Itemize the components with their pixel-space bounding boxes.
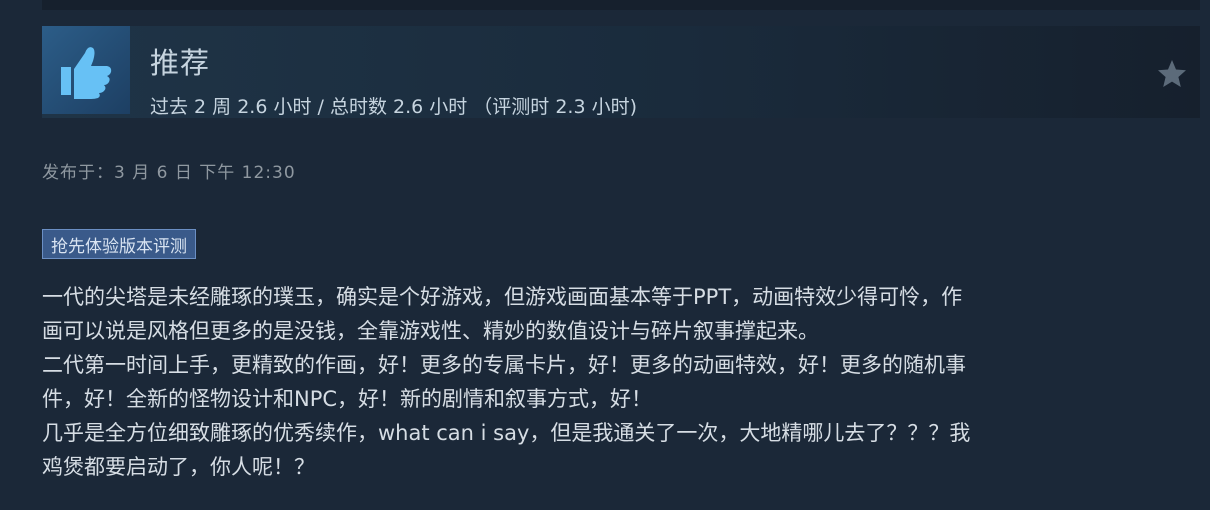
review-line: 鸡煲都要启动了，你人呢！？ [42, 455, 315, 479]
review-line: 二代第一时间上手，更精致的作画，好！更多的专属卡片，好！更多的动画特效，好！更多… [42, 353, 966, 377]
thumbs-up-icon [42, 26, 130, 114]
previous-review-edge [42, 0, 1200, 10]
early-access-review-badge: 抢先体验版本评测 [42, 229, 196, 259]
star-icon[interactable] [1154, 56, 1190, 92]
review-text: 一代的尖塔是未经雕琢的璞玉，确实是个好游戏，但游戏画面基本等于PPT，动画特效少… [42, 280, 1187, 484]
review-line: 几乎是全方位细致雕琢的优秀续作，what can i say，但是我通关了一次，… [42, 421, 971, 445]
review-page: 推荐 过去 2 周 2.6 小时 / 总时数 2.6 小时 （评测时 2.3 小… [0, 0, 1210, 510]
review-line: 件，好！全新的怪物设计和NPC，好！新的剧情和叙事方式，好！ [42, 387, 653, 411]
playtime-hours: 过去 2 周 2.6 小时 / 总时数 2.6 小时 （评测时 2.3 小时) [150, 96, 637, 118]
posted-date: 发布于：3 月 6 日 下午 12:30 [42, 163, 296, 183]
recommendation-label: 推荐 [150, 46, 211, 80]
review-header: 推荐 过去 2 周 2.6 小时 / 总时数 2.6 小时 （评测时 2.3 小… [42, 26, 1200, 118]
review-line: 画可以说是风格但更多的是没钱，全靠游戏性、精妙的数值设计与碎片叙事撑起来。 [42, 319, 819, 343]
review-line: 一代的尖塔是未经雕琢的璞玉，确实是个好游戏，但游戏画面基本等于PPT，动画特效少… [42, 285, 963, 309]
